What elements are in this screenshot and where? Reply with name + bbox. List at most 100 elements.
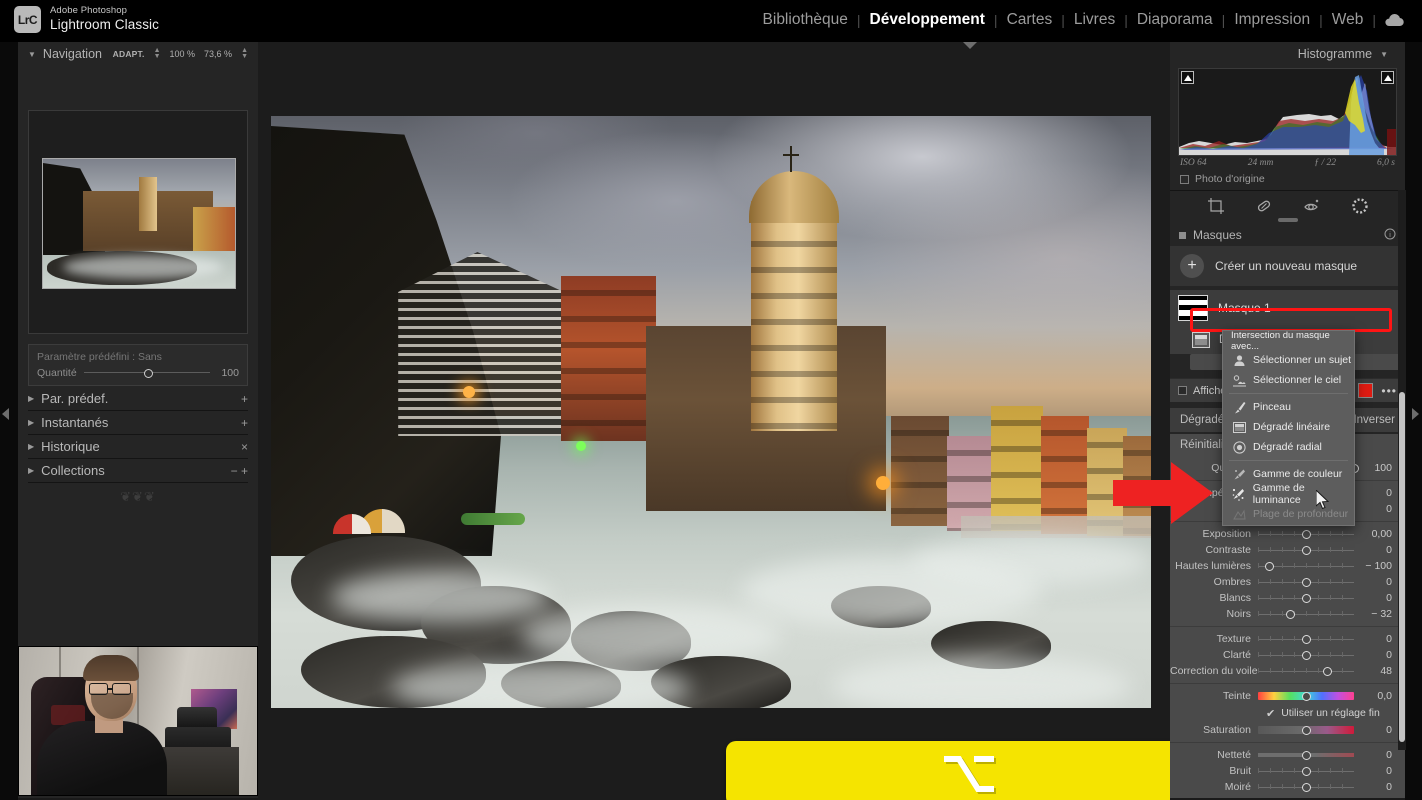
context-menu-item[interactable]: Sélectionner le ciel [1223,370,1354,390]
context-menu-item[interactable]: Sélectionner un sujet [1223,350,1354,370]
slider-handle[interactable] [1301,650,1311,660]
context-menu-item[interactable]: Dégradé linéaire [1223,417,1354,437]
slider-track[interactable] [1258,648,1354,662]
slider-handle[interactable] [1265,561,1275,571]
red-eye-icon[interactable] [1302,196,1322,216]
navigator-header[interactable]: ▼ Navigation ADAPT. ▲ ▼ 100 % 73,6 % ▲ ▼ [18,42,258,66]
zoom-fit-label[interactable]: ADAPT. [113,49,145,59]
snapshots-add-button[interactable]: + [241,416,248,430]
context-menu-item[interactable]: Pinceau [1223,397,1354,417]
slider-row[interactable]: Netteté 0 [1170,747,1405,763]
slider-track[interactable] [1258,575,1354,589]
slider-handle[interactable] [1301,593,1311,603]
masking-icon[interactable] [1350,196,1370,216]
stepper-icon[interactable]: ▲ ▼ [241,47,248,60]
panel-grip[interactable] [1278,218,1298,222]
mask-list-item[interactable]: Masque 1 [1170,290,1405,326]
slider-track[interactable] [1258,664,1354,678]
presets-add-button[interactable]: + [241,392,248,406]
slider-row[interactable]: Moiré 0 [1170,779,1405,795]
history-clear-button[interactable]: × [241,440,248,454]
slider-row[interactable]: Ombres 0 [1170,574,1405,590]
sidebar-item-collections[interactable]: ▶ Collections − + [28,459,248,483]
slider-track[interactable] [1258,632,1354,646]
slider-row[interactable]: Hautes lumières − 100 [1170,558,1405,574]
collapse-left-panel-arrow[interactable] [2,408,9,420]
invert-button[interactable]: Inverser [1353,414,1395,426]
help-icon[interactable]: i [1384,228,1396,243]
main-photo[interactable] [271,116,1151,708]
slider-handle[interactable] [1301,766,1311,776]
sidebar-item-presets[interactable]: ▶ Par. prédef. + [28,387,248,411]
slider-handle[interactable] [1301,782,1311,792]
module-web[interactable]: Web [1323,11,1373,29]
overlay-color-swatch[interactable] [1358,383,1374,398]
preset-quantity-row[interactable]: Quantité 100 [37,367,239,379]
slider-track[interactable] [1258,543,1354,557]
slider-track[interactable] [1258,764,1354,778]
slider-handle[interactable] [1301,634,1311,644]
slider-row[interactable]: Texture 0 [1170,631,1405,647]
navigator-zoom-controls[interactable]: ADAPT. ▲ ▼ 100 % 73,6 % ▲ ▼ [113,47,248,60]
cloud-icon[interactable] [1376,13,1414,27]
slider-handle[interactable] [1301,545,1311,555]
module-cartes[interactable]: Cartes [998,11,1062,29]
slider-handle[interactable] [1301,725,1311,735]
slider-row[interactable]: Bruit 0 [1170,763,1405,779]
right-panel-scrollbar-thumb[interactable] [1399,392,1405,742]
context-menu-item[interactable]: Gamme de luminance [1223,482,1354,506]
heal-brush-icon[interactable] [1254,196,1274,216]
histogram-header[interactable]: Histogramme ▼ [1170,42,1405,66]
slider-track[interactable] [1258,723,1354,737]
quantity-slider[interactable] [83,368,210,378]
checkbox-icon[interactable] [1178,386,1187,395]
collapse-right-panel-arrow[interactable] [1412,408,1419,420]
slider-track[interactable] [1258,559,1354,573]
highlight-clipping-indicator[interactable] [1381,71,1394,84]
slider-row[interactable]: Contraste 0 [1170,542,1405,558]
more-options-icon[interactable]: ••• [1381,384,1397,398]
slider-track[interactable] [1258,527,1354,541]
module-developpement[interactable]: Développement [861,11,994,29]
chevron-down-icon[interactable]: ▼ [1380,50,1388,59]
slider-track[interactable] [1258,780,1354,794]
slider-row[interactable]: Blancs 0 [1170,590,1405,606]
context-menu-item[interactable]: Dégradé radial [1223,437,1354,457]
stepper-icon[interactable]: ▲ ▼ [154,47,161,60]
original-photo-toggle[interactable]: Photo d'origine [1180,173,1265,185]
slider-row[interactable]: Correction du voile 48 [1170,663,1405,679]
context-menu-item[interactable]: Gamme de couleur [1223,464,1354,484]
module-diaporama[interactable]: Diaporama [1128,11,1222,29]
slider-track[interactable] [1258,689,1354,703]
slider-row[interactable]: Saturation 0 [1170,722,1405,738]
create-new-mask-button[interactable]: + Créer un nouveau masque [1170,246,1405,286]
histogram-chart[interactable] [1178,68,1397,156]
slider-handle[interactable] [1301,577,1311,587]
mask-thumbnail[interactable] [1178,295,1208,321]
fine-adjust-toggle[interactable]: ✔ Utiliser un réglage fin [1170,704,1405,722]
slider-row[interactable]: Noirs − 32 [1170,606,1405,622]
shadow-clipping-indicator[interactable] [1181,71,1194,84]
slider-handle[interactable] [1322,666,1332,676]
module-bibliotheque[interactable]: Bibliothèque [754,11,857,29]
slider-handle[interactable] [1301,691,1311,701]
zoom-100-label[interactable]: 100 % [170,49,196,59]
sidebar-item-snapshots[interactable]: ▶ Instantanés + [28,411,248,435]
checkbox-icon[interactable] [1180,174,1189,184]
module-livres[interactable]: Livres [1065,11,1124,29]
slider-handle[interactable] [1301,750,1311,760]
slider-handle[interactable] [1286,609,1296,619]
module-impression[interactable]: Impression [1225,11,1319,29]
navigator-preview[interactable] [28,110,248,334]
collections-actions[interactable]: − + [231,464,248,478]
slider-row[interactable]: Teinte 0,0 [1170,688,1405,704]
slider-handle[interactable] [1301,529,1311,539]
crop-icon[interactable] [1206,196,1226,216]
slider-track[interactable] [1258,591,1354,605]
sidebar-item-history[interactable]: ▶ Historique × [28,435,248,459]
slider-track[interactable] [1258,607,1354,621]
collapse-top-panel-arrow[interactable] [963,42,977,52]
zoom-custom-label[interactable]: 73,6 % [204,49,232,59]
slider-track[interactable] [1258,748,1354,762]
masks-panel-header[interactable]: Masques i [1170,224,1405,246]
